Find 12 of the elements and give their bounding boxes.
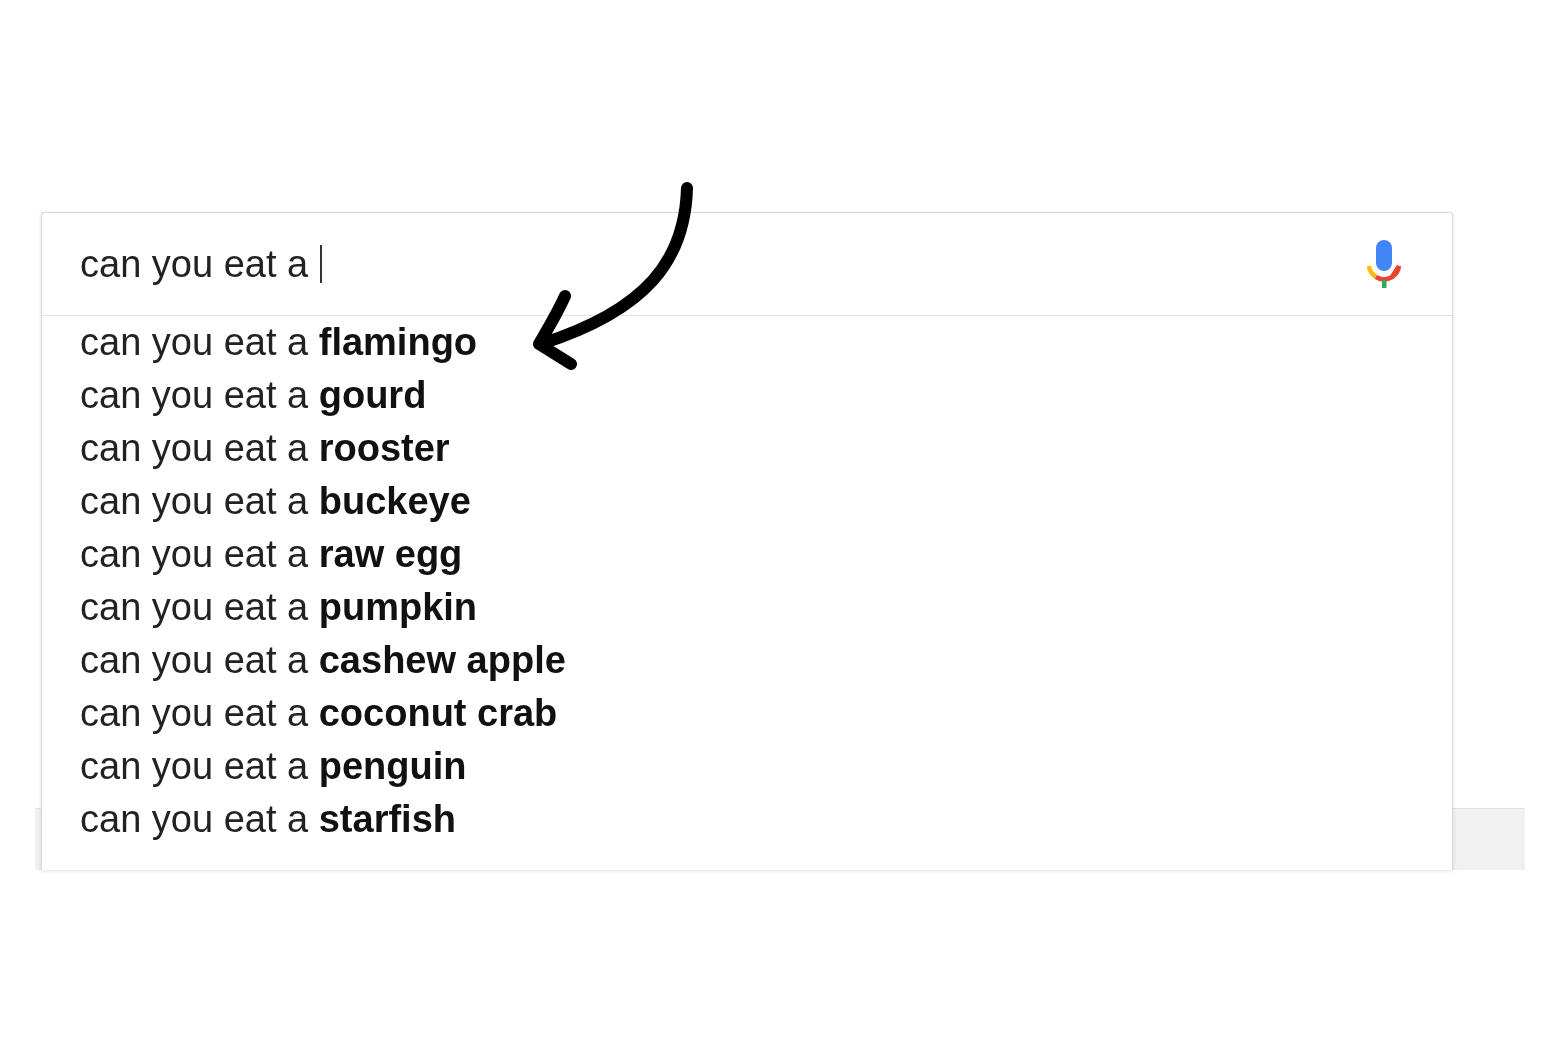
suggestion-item[interactable]: can you eat a pumpkin xyxy=(80,581,1452,634)
suggestion-item[interactable]: can you eat a cashew apple xyxy=(80,634,1452,687)
suggestion-item[interactable]: can you eat a rooster xyxy=(80,422,1452,475)
suggestion-item[interactable]: can you eat a coconut crab xyxy=(80,687,1452,740)
suggestion-item[interactable]: can you eat a starfish xyxy=(80,793,1452,846)
suggestion-item[interactable]: can you eat a penguin xyxy=(80,740,1452,793)
suggestion-item[interactable]: can you eat a raw egg xyxy=(80,528,1452,581)
suggestion-item[interactable]: can you eat a buckeye xyxy=(80,475,1452,528)
suggestion-item[interactable]: can you eat a gourd xyxy=(80,369,1452,422)
search-field[interactable]: can you eat a xyxy=(80,213,1366,315)
microphone-icon[interactable] xyxy=(1366,240,1402,288)
suggestion-item[interactable]: can you eat a flamingo xyxy=(80,316,1452,369)
